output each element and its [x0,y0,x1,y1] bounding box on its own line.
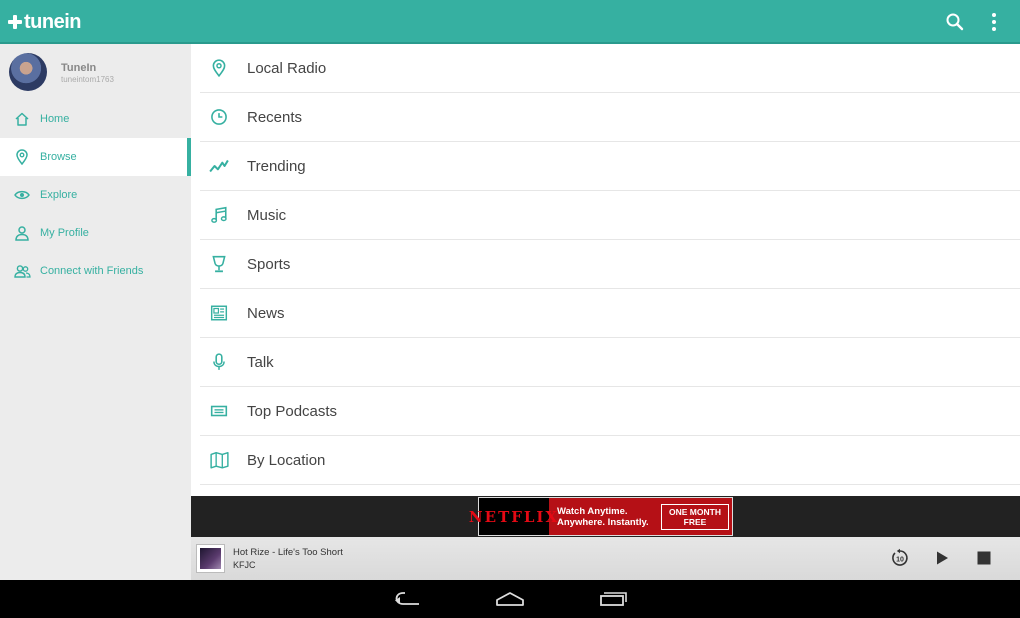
browse-item-talk[interactable]: Talk [200,338,1020,387]
browse-item-label: Sports [247,255,291,273]
play-button[interactable] [931,547,953,569]
browse-item-label: Talk [247,353,274,371]
location-pin-icon [209,58,229,78]
stop-icon [977,551,991,565]
microphone-icon [209,352,229,372]
person-icon [13,224,31,242]
profile-handle: tuneintom1763 [61,75,114,84]
location-pin-icon [13,148,31,166]
back-button[interactable] [391,588,425,610]
sidebar-item-label: Home [40,113,70,125]
browse-item-news[interactable]: News [200,289,1020,338]
sidebar-item-home[interactable]: Home [0,100,191,138]
ad-tagline-2: Anywhere. Instantly. [557,516,649,528]
sidebar-item-explore[interactable]: Explore [0,176,191,214]
back-icon [395,592,419,605]
avatar[interactable] [9,53,47,91]
tunein-logo[interactable]: tunein [8,10,82,34]
podcast-icon [209,401,229,421]
browse-item-label: Recents [247,108,303,126]
recent-apps-icon [600,592,627,606]
browse-item-sports[interactable]: Sports [200,240,1020,289]
sidebar: TuneIn tuneintom1763 Home Browse Explore… [0,44,191,580]
newspaper-icon [209,303,229,323]
rewind-10-label: 10 [896,557,904,564]
profile-header[interactable]: TuneIn tuneintom1763 [0,44,191,100]
sidebar-item-label: Explore [40,189,78,201]
browse-item-label: Top Podcasts [247,402,338,420]
ad-cta-1: ONE MONTH [669,506,721,517]
ad-banner-bar: NETFLIX Watch Anytime. Anywhere. Instant… [191,496,1020,537]
recents-button[interactable] [595,588,629,610]
sidebar-item-my-profile[interactable]: My Profile [0,214,191,252]
browse-item-label: By Location [247,451,326,469]
stop-button[interactable] [973,547,995,569]
profile-name: TuneIn [61,62,97,74]
eye-icon [13,186,31,204]
netflix-ad[interactable]: NETFLIX Watch Anytime. Anywhere. Instant… [469,497,733,536]
tunein-plus-icon [8,15,22,29]
browse-item-trending[interactable]: Trending [200,142,1020,191]
home-button[interactable] [493,588,527,610]
ad-cta-2: FREE [683,516,707,527]
browse-item-top-podcasts[interactable]: Top Podcasts [200,387,1020,436]
ad-cta: ONE MONTH FREE [661,503,729,530]
sidebar-item-browse[interactable]: Browse [0,138,191,176]
browse-item-recents[interactable]: Recents [200,93,1020,142]
sidebar-item-connect-friends[interactable]: Connect with Friends [0,252,191,290]
browse-list: Local Radio Recents Trending Music Sport… [191,44,1020,496]
clock-icon [209,107,229,127]
now-playing-title: Hot Rize - Life's Too Short [233,547,343,558]
station-artwork[interactable] [196,544,225,573]
search-icon[interactable] [943,10,967,34]
browse-item-music[interactable]: Music [200,191,1020,240]
ad-tagline: Watch Anytime. Anywhere. Instantly. [557,506,657,528]
browse-item-label: News [247,304,285,322]
logo-text: tunein [24,11,82,33]
browse-item-by-location[interactable]: By Location [200,436,1020,485]
map-icon [209,450,229,470]
sidebar-item-label: My Profile [40,227,89,239]
rewind-10-button[interactable]: 10 [889,547,911,569]
ad-brand: NETFLIX [469,498,557,535]
trending-icon [209,156,229,176]
action-bar: tunein [0,0,1020,44]
browse-item-label: Music [247,206,287,224]
browse-item-label: Trending [247,157,306,175]
play-icon [937,551,948,565]
sidebar-item-label: Connect with Friends [40,265,144,277]
browse-item-label: Local Radio [247,59,327,77]
music-note-icon [209,205,229,225]
friends-icon [13,262,31,280]
more-vert-icon[interactable] [982,10,1006,34]
system-nav-bar [0,580,1020,618]
ad-tagline-1: Watch Anytime. [557,505,628,517]
home-icon [13,110,31,128]
trophy-icon [209,254,229,274]
home-nav-icon [496,592,524,606]
browse-item-local-radio[interactable]: Local Radio [200,44,1020,93]
rewind-10-icon: 10 [892,548,908,566]
mini-player[interactable]: Hot Rize - Life's Too Short KFJC 10 [191,537,1020,580]
sidebar-item-label: Browse [40,151,77,163]
now-playing-station: KFJC [233,560,256,570]
